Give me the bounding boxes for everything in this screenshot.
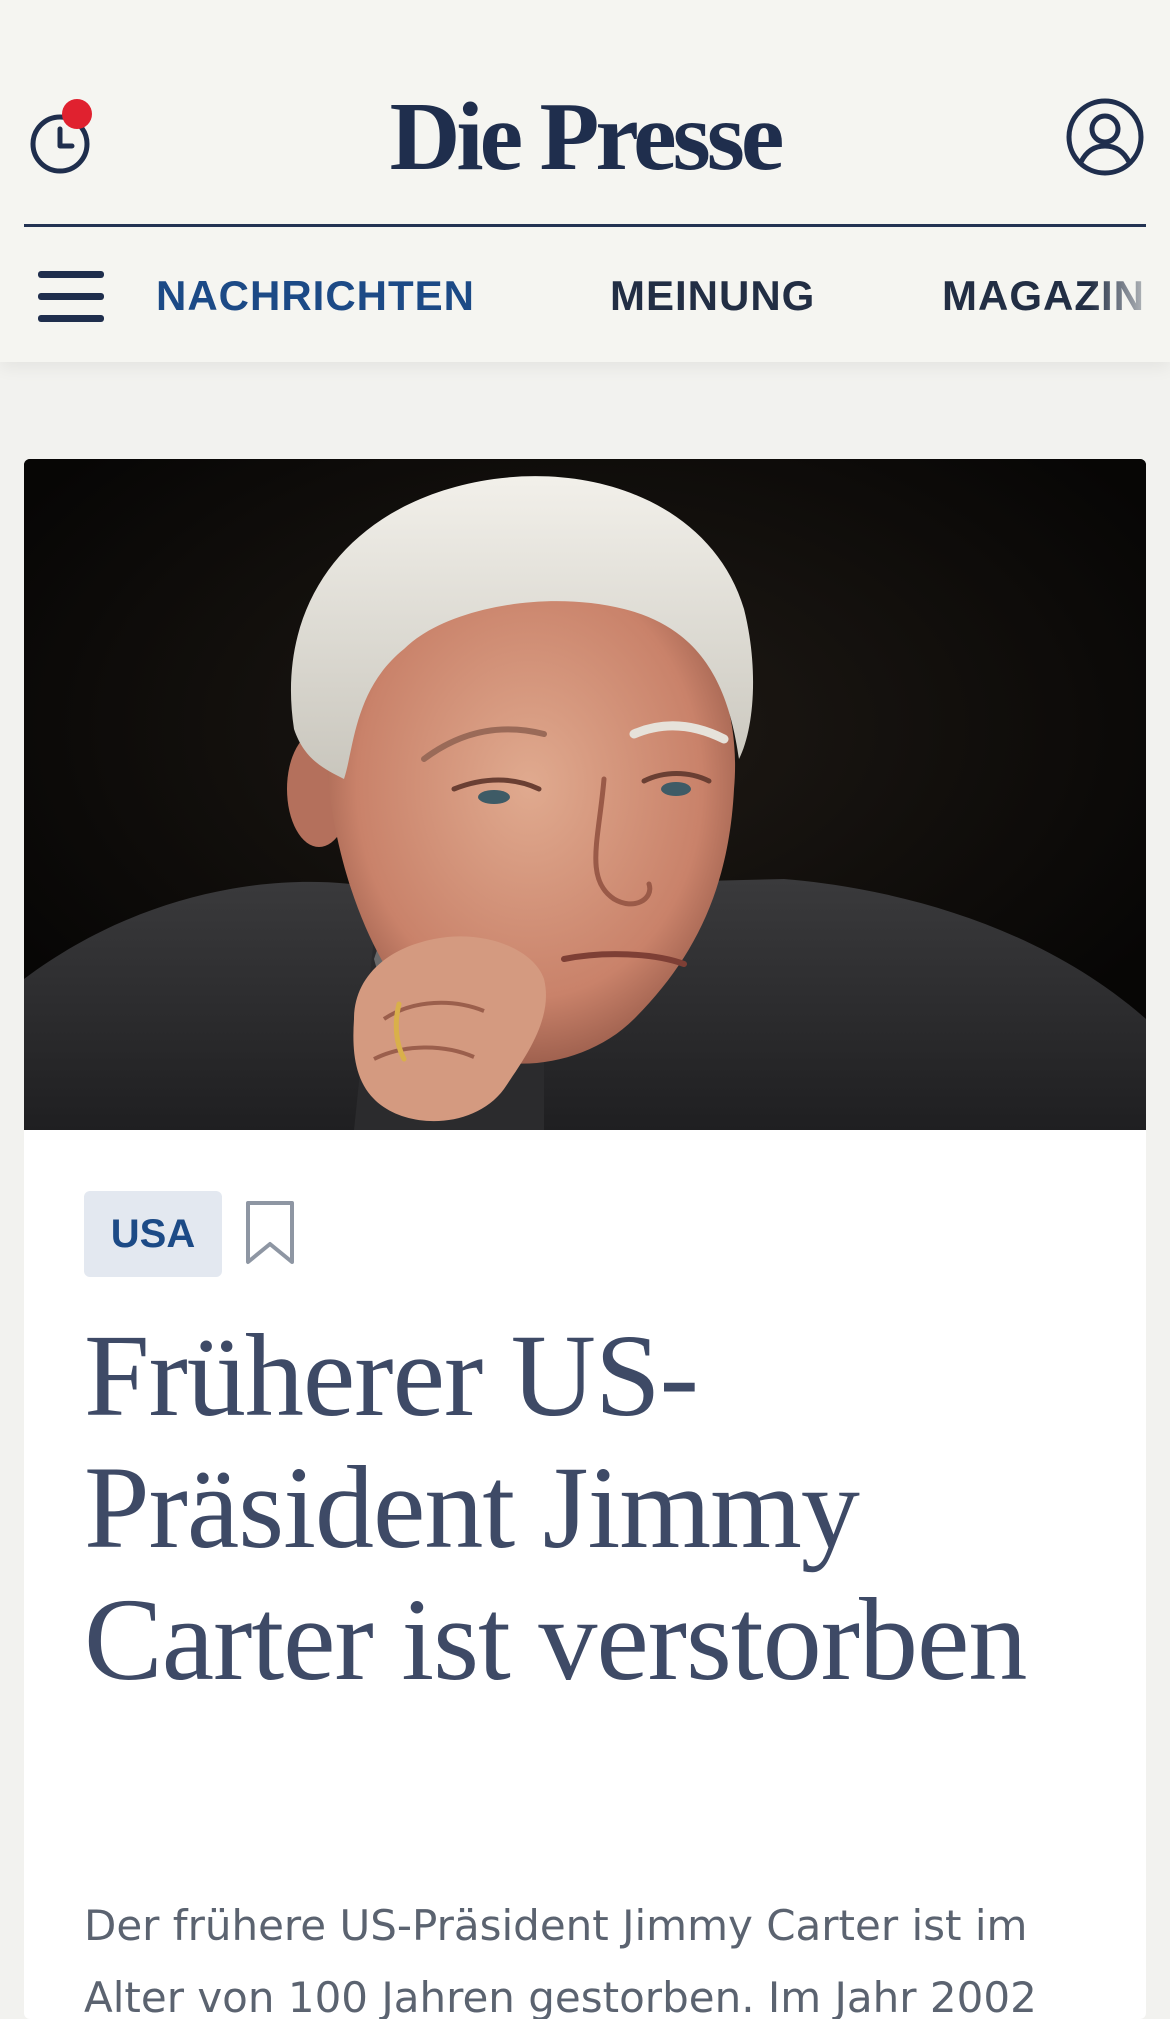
article-teaser-card[interactable]: USA Früherer US-Präsident Jimmy Carter i…	[24, 459, 1146, 2019]
category-tag[interactable]: USA	[84, 1191, 222, 1277]
article-lead: Der frühere US-Präsident Jimmy Carter is…	[84, 1901, 1037, 2019]
menu-button[interactable]	[38, 269, 106, 325]
nav-item-meinung[interactable]: MEINUNG	[610, 271, 815, 321]
site-header: Die Presse NACHRICHTEN MEINUNG MAGAZIN	[0, 0, 1170, 362]
nav-item-nachrichten[interactable]: NACHRICHTEN	[156, 271, 475, 321]
top-bar: Die Presse	[0, 0, 1170, 226]
site-logo[interactable]: Die Presse	[0, 82, 1170, 192]
article-headline[interactable]: Früherer US-Präsident Jimmy Carter ist v…	[84, 1310, 1094, 1706]
bookmark-icon	[246, 1201, 294, 1264]
user-circle-icon	[1066, 98, 1144, 176]
section-nav: NACHRICHTEN MEINUNG MAGAZIN	[0, 227, 1170, 362]
account-button[interactable]	[1064, 96, 1146, 178]
hamburger-icon	[38, 271, 104, 322]
portrait-photo	[24, 459, 1146, 1130]
hero-image[interactable]	[24, 459, 1146, 1130]
bookmark-button[interactable]	[244, 1200, 296, 1266]
nav-scroll-fade	[1090, 227, 1170, 362]
